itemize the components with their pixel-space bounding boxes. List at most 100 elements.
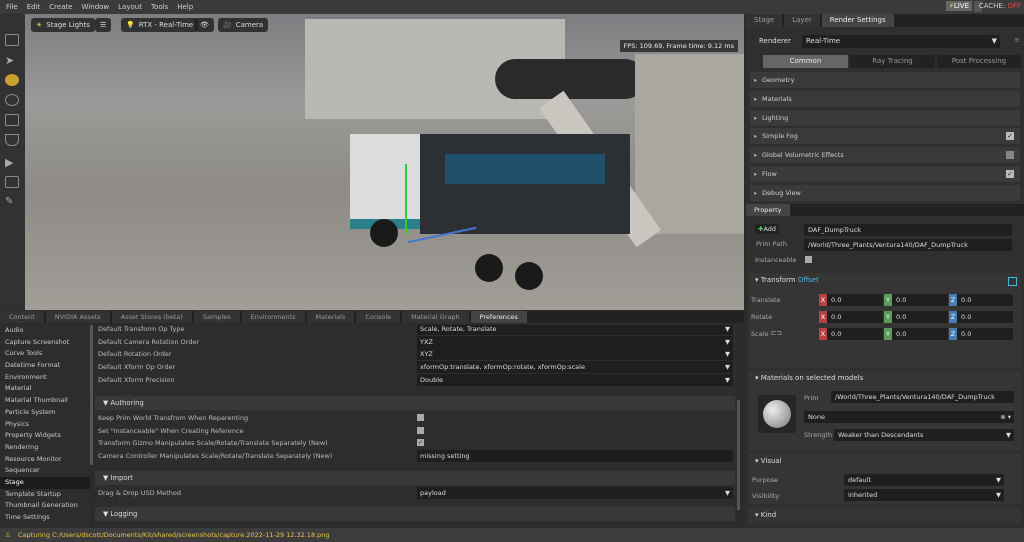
kind-header[interactable]: ▾ Kind bbox=[749, 508, 1021, 522]
menu-tools[interactable]: Tools bbox=[151, 3, 168, 11]
tab-property[interactable]: Property bbox=[746, 204, 790, 216]
pref-select[interactable]: Scale, Rotate, Translate bbox=[417, 325, 733, 336]
pref-select[interactable]: Double bbox=[417, 373, 733, 386]
simple-fog-checkbox[interactable]: ✓ bbox=[1006, 132, 1014, 140]
pref-checkbox[interactable] bbox=[417, 414, 424, 421]
pointer-icon[interactable]: ➤ bbox=[5, 54, 19, 67]
scale-tool-icon[interactable] bbox=[5, 114, 19, 126]
tab-stage[interactable]: Stage bbox=[746, 14, 783, 27]
pref-item-physics[interactable]: Physics bbox=[0, 419, 90, 431]
rotate-tool-icon[interactable] bbox=[5, 94, 19, 106]
materials-header[interactable]: ▾ Materials on selected models bbox=[749, 371, 1021, 385]
volumetric-checkbox[interactable] bbox=[1006, 151, 1014, 159]
move-tool-icon[interactable] bbox=[5, 74, 19, 86]
menu-file[interactable]: File bbox=[6, 3, 18, 11]
dragdrop-select[interactable]: payload bbox=[417, 487, 733, 500]
translate-y-field[interactable]: 0.0 bbox=[892, 294, 948, 306]
viewport[interactable]: ☀ Stage Lights ☰ 💡 RTX - Real-Time 👁 🎥 Came… bbox=[25, 14, 744, 310]
pref-item-rendering[interactable]: Rendering bbox=[0, 442, 90, 454]
paint-icon[interactable]: ✎ bbox=[5, 196, 19, 208]
visibility-select[interactable]: inherited ▼ bbox=[844, 489, 1004, 501]
link-icon[interactable]: ⊏⊐ bbox=[771, 329, 782, 337]
translate-z-field[interactable]: 0.0 bbox=[957, 294, 1013, 306]
flow-checkbox[interactable]: ✓ bbox=[1006, 170, 1014, 178]
section-simple-fog[interactable]: Simple Fog ✓ bbox=[750, 128, 1020, 144]
physics-icon[interactable] bbox=[5, 176, 19, 188]
section-lighting[interactable]: Lighting bbox=[750, 110, 1020, 126]
renderer-button[interactable]: 💡 RTX - Real-Time bbox=[121, 18, 199, 32]
strength-select[interactable]: Weaker than Descendants ▼ bbox=[834, 429, 1014, 441]
pref-item-material[interactable]: Material bbox=[0, 383, 90, 395]
section-debug-view[interactable]: Debug View bbox=[750, 185, 1020, 201]
tab-content[interactable]: Content bbox=[0, 311, 44, 323]
select-tool-icon[interactable] bbox=[5, 34, 19, 46]
pref-item-capture-screenshot[interactable]: Capture Screenshot bbox=[0, 337, 90, 349]
material-select[interactable]: None ⊗ ▾ bbox=[804, 411, 1014, 423]
tab-materials[interactable]: Materials bbox=[306, 311, 355, 323]
pref-select[interactable]: YXZ bbox=[417, 335, 733, 348]
cache-status[interactable]: CACHE: OFF bbox=[979, 2, 1021, 10]
pref-list-scrollbar[interactable] bbox=[90, 325, 93, 465]
pref-item-property-widgets[interactable]: Property Widgets bbox=[0, 430, 90, 442]
subtab-common[interactable]: Common bbox=[763, 55, 848, 68]
pref-item-resource-monitor[interactable]: Resource Monitor bbox=[0, 454, 90, 466]
pref-select[interactable]: XYZ bbox=[417, 348, 733, 361]
menu-create[interactable]: Create bbox=[49, 3, 72, 11]
tab-console[interactable]: Console bbox=[356, 311, 401, 323]
section-materials[interactable]: Materials bbox=[750, 91, 1020, 107]
pref-checkbox[interactable] bbox=[417, 426, 424, 434]
transform-offset[interactable]: Offset bbox=[798, 276, 819, 284]
pref-item-material-thumbnail[interactable]: Material Thumbnail bbox=[0, 395, 90, 407]
pref-item-time-settings[interactable]: Time Settings bbox=[0, 512, 90, 524]
tab-render-settings[interactable]: Render Settings bbox=[821, 14, 894, 27]
stage-lights-button[interactable]: ☀ Stage Lights bbox=[31, 18, 95, 32]
visibility-button[interactable]: 👁 bbox=[195, 18, 214, 32]
pref-content-scrollbar[interactable] bbox=[737, 400, 740, 510]
scale-x-field[interactable]: 0.0 bbox=[827, 328, 883, 340]
visual-header[interactable]: ▾ Visual bbox=[749, 454, 1021, 468]
tab-asset-stores-beta-[interactable]: Asset Stores (beta) bbox=[111, 311, 192, 323]
section-flow[interactable]: Flow ✓ bbox=[750, 166, 1020, 182]
pref-item-datetime-format[interactable]: Datetime Format bbox=[0, 360, 90, 372]
menu-window[interactable]: Window bbox=[82, 3, 110, 11]
menu-edit[interactable]: Edit bbox=[27, 3, 41, 11]
pref-item-curve-tools[interactable]: Curve Tools bbox=[0, 348, 90, 360]
subtab-post-processing[interactable]: Post Processing bbox=[937, 55, 1021, 68]
rotate-x-field[interactable]: 0.0 bbox=[827, 311, 883, 323]
scale-y-field[interactable]: 0.0 bbox=[892, 328, 948, 340]
play-icon[interactable]: ▶ bbox=[5, 156, 19, 169]
prim-path-field[interactable]: /World/Three_Plants/Ventura140/DAF_DumpT… bbox=[804, 239, 1012, 251]
tab-layer[interactable]: Layer bbox=[784, 14, 820, 27]
section-global-volumetric[interactable]: Global Volumetric Effects bbox=[750, 147, 1020, 163]
prim-name-field[interactable]: DAF_DumpTruck bbox=[804, 224, 1012, 236]
menu-layout[interactable]: Layout bbox=[118, 3, 142, 11]
pref-item-thumbnail-generation[interactable]: Thumbnail Generation bbox=[0, 500, 90, 512]
pref-value[interactable]: missing setting bbox=[417, 450, 733, 463]
pref-item-sequencer[interactable]: Sequencer bbox=[0, 465, 90, 477]
scale-z-field[interactable]: 0.0 bbox=[957, 328, 1013, 340]
menu-help[interactable]: Help bbox=[177, 3, 193, 11]
tab-material-graph[interactable]: Material Graph bbox=[402, 311, 469, 323]
tab-environments[interactable]: Environments bbox=[241, 311, 305, 323]
add-button[interactable]: ✚Add bbox=[755, 224, 780, 234]
tab-nvidia-assets[interactable]: NVIDIA Assets bbox=[45, 311, 110, 323]
pref-select[interactable]: xformOp:translate, xformOp:rotate, xform… bbox=[417, 361, 733, 374]
translate-x-field[interactable]: 0.0 bbox=[827, 294, 883, 306]
live-button[interactable]: ⚡LIVE bbox=[945, 1, 972, 11]
logging-header[interactable]: ▼ Logging bbox=[95, 507, 735, 521]
gizmo-y-axis[interactable] bbox=[405, 164, 407, 234]
pref-item-template-startup[interactable]: Template Startup bbox=[0, 489, 90, 501]
settings-button[interactable]: ☰ bbox=[95, 18, 112, 32]
pref-checkbox[interactable]: ✓ bbox=[417, 439, 424, 447]
pref-item-particle-system[interactable]: Particle System bbox=[0, 407, 90, 419]
purpose-select[interactable]: default ▼ bbox=[844, 474, 1004, 486]
camera-button[interactable]: 🎥 Camera bbox=[218, 18, 269, 32]
transform-header[interactable]: ▾ Transform Offset bbox=[749, 273, 1021, 287]
instanceable-checkbox[interactable] bbox=[805, 256, 812, 263]
clear-icon[interactable]: ⊗ ▾ bbox=[1000, 411, 1011, 423]
import-header[interactable]: ▼ Import bbox=[95, 471, 735, 485]
rotate-z-field[interactable]: 0.0 bbox=[957, 311, 1013, 323]
menu-icon[interactable]: ≡ bbox=[1014, 36, 1020, 44]
pref-item-stage[interactable]: Stage bbox=[0, 476, 90, 489]
transform-options-icon[interactable] bbox=[1008, 277, 1017, 286]
